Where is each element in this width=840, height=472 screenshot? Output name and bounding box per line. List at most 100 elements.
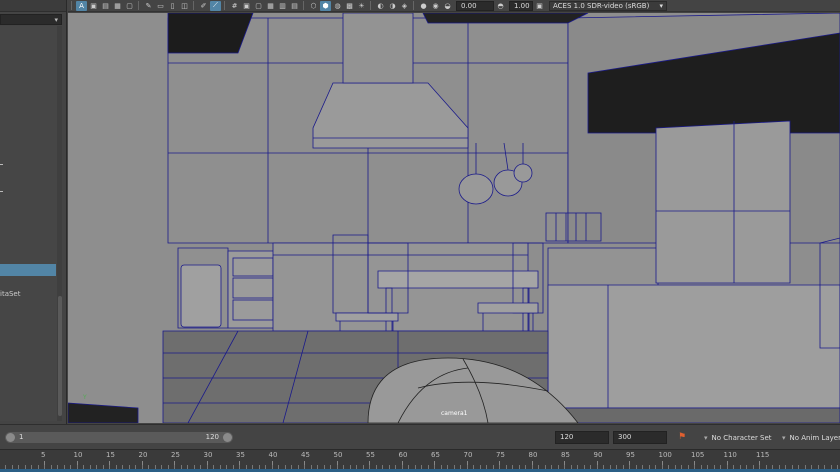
time-slider[interactable]: 5 10 15 20 25 30 35 40 45 50 55 60 65 70 75 80 85 90 95 100… (0, 449, 840, 472)
color-space-dropdown[interactable]: ACES 1.0 SDR-video (sRGB) ▾ (549, 0, 667, 11)
timeline-tick-label: 60 (398, 451, 408, 459)
character-set-dropdown[interactable]: ▾ No Character Set (704, 432, 772, 444)
gamma-icon[interactable]: ◓ (495, 1, 506, 11)
anim-layer-label: No Anim Layer (789, 434, 840, 442)
timeline-tick-minor (109, 465, 110, 469)
timeline-tick-minor (382, 465, 383, 469)
smooth-shade-all-icon[interactable]: ⬢ (320, 0, 331, 11)
animation-end-field[interactable]: 300 (613, 431, 667, 444)
timeline-tick-minor (590, 465, 591, 469)
grid-icon[interactable]: # (229, 1, 240, 11)
safe-action-icon[interactable]: ▣ (241, 1, 252, 11)
timeline-tick-minor (252, 465, 253, 469)
timeline-tick-minor (50, 465, 52, 469)
timeline-tick-minor (291, 465, 292, 469)
timeline-tick-label: 15 (106, 451, 115, 459)
timeline-tick-minor (447, 465, 448, 469)
xray-joints-icon[interactable]: ◉ (430, 1, 441, 11)
outliner-item-dataset[interactable]: itaSet (0, 290, 20, 298)
viewport-3d[interactable]: Y camera1 (68, 13, 840, 423)
tree-connector (0, 164, 3, 165)
brush-active-icon[interactable]: ⟋ (210, 0, 221, 11)
smooth-shade-icon[interactable]: ▤ (289, 1, 300, 11)
timeline-tick-minor (713, 465, 715, 469)
outliner-scroll-thumb[interactable] (58, 296, 62, 416)
timeline-tick-minor (167, 465, 169, 469)
wireframe-on-shaded-icon[interactable]: ◍ (332, 1, 343, 11)
timeline-tick-minor (622, 465, 624, 469)
bookmark-icon[interactable]: ▤ (100, 1, 111, 11)
timeline-tick-minor (473, 465, 474, 469)
exposure-field[interactable]: 0.00 (456, 0, 494, 11)
textured-icon[interactable]: ▩ (344, 1, 355, 11)
timeline-tick-minor (505, 465, 507, 469)
field-chart-icon[interactable]: ▦ (265, 1, 276, 11)
safe-title-icon[interactable]: ▢ (253, 1, 264, 11)
range-start-handle[interactable] (6, 433, 15, 442)
resolution-gate-icon[interactable]: ▯ (167, 1, 178, 11)
xray-icon[interactable]: ● (418, 1, 429, 11)
character-set-label: No Character Set (711, 434, 772, 442)
lighting-icon[interactable]: ☀ (356, 1, 367, 11)
toolbar-separator (370, 1, 371, 10)
timeline-tick-minor (655, 465, 656, 469)
outliner-selected-item[interactable] (0, 264, 56, 276)
timeline-tick-minor (11, 465, 13, 469)
timeline-tick-label: 25 (171, 451, 180, 459)
timeline-tick-minor (375, 465, 377, 469)
timeline-tick-minor (310, 465, 312, 469)
timeline-tick-label: 50 (333, 451, 343, 459)
film-gate-icon[interactable]: ▭ (155, 1, 166, 11)
timeline-tick-minor (362, 465, 364, 469)
anim-layer-dropdown[interactable]: ▾ No Anim Layer (782, 432, 840, 444)
grease-pencil-icon[interactable]: ✎ (143, 1, 154, 11)
paint-brush-icon[interactable]: ✐ (198, 1, 209, 11)
timeline-tick-minor (791, 465, 793, 469)
timeline-tick-label: 5 (41, 451, 46, 459)
timeline-tick-minor (778, 465, 780, 469)
timeline-tick-minor (726, 465, 728, 469)
timeline-tick-minor (330, 465, 331, 469)
timeline-tick-label: 30 (203, 451, 213, 459)
chevron-down-icon: ▾ (659, 1, 663, 10)
timeline-tick-minor (245, 465, 247, 469)
chevron-down-icon: ▾ (54, 16, 58, 24)
image-plane-icon[interactable]: ▦ (112, 1, 123, 11)
timeline-tick-minor (265, 465, 266, 469)
timeline-tick-minor (356, 465, 357, 469)
camera-attributes-icon[interactable]: ▣ (88, 1, 99, 11)
playback-end-field[interactable]: 120 (555, 431, 609, 444)
exposure-icon[interactable]: ◒ (442, 1, 453, 11)
range-end-value: 120 (205, 433, 219, 441)
timeline-tick-minor (694, 465, 695, 469)
wireframe-toggle-icon[interactable]: ▥ (277, 1, 288, 11)
gate-mask-icon[interactable]: ◫ (179, 1, 190, 11)
outliner-panel: ▾ itaSet (0, 0, 67, 424)
timeline-tick-minor (824, 465, 825, 469)
ambient-occlusion-icon[interactable]: ◑ (387, 1, 398, 11)
color-management-icon[interactable]: ▣ (534, 1, 545, 11)
timeline-tick-minor (213, 465, 214, 469)
outliner-list[interactable] (0, 26, 62, 421)
timeline-tick-minor (759, 465, 760, 469)
isolate-select-icon[interactable]: ◈ (399, 1, 410, 11)
timeline-tick-minor (401, 465, 403, 469)
timeline-tick-label: 75 (496, 451, 505, 459)
timeline-tick-minor (518, 465, 520, 469)
wireframe-icon[interactable]: ⬡ (308, 1, 319, 11)
range-end-handle[interactable] (223, 433, 232, 442)
timeline-tick-minor (830, 465, 832, 469)
select-camera-icon[interactable]: A (76, 0, 87, 11)
two-d-pan-icon[interactable]: ▢ (124, 1, 135, 11)
shadows-icon[interactable]: ◐ (375, 1, 386, 11)
timeline-tick-minor (239, 465, 240, 469)
toolbar-separator (303, 1, 304, 10)
timeline-tick-minor (837, 465, 838, 469)
timeline-tick-minor (460, 465, 461, 469)
timeline-tick-minor (5, 465, 6, 469)
gamma-field[interactable]: 1.00 (509, 0, 533, 11)
playback-range-slider[interactable]: 1 120 (5, 432, 233, 443)
auto-key-icon[interactable]: ⚑ (677, 431, 687, 443)
timeline-tick-label: 35 (236, 451, 245, 459)
outliner-filter-dropdown[interactable]: ▾ (0, 14, 62, 25)
